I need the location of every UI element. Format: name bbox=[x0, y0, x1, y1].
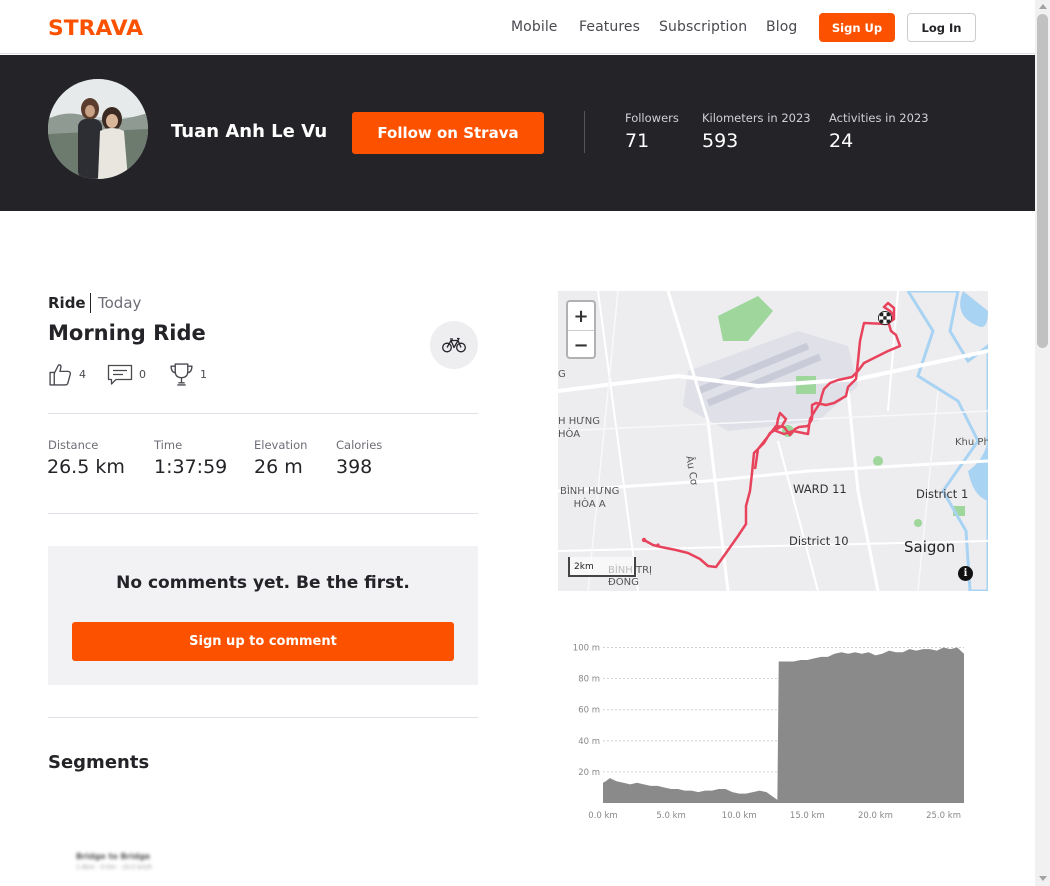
map-label-khu-pho: Khu Ph bbox=[955, 437, 988, 448]
avatar-photo bbox=[48, 79, 148, 179]
athlete-avatar[interactable] bbox=[48, 79, 148, 179]
breadcrumb-divider bbox=[90, 293, 91, 313]
activities-value: 24 bbox=[829, 130, 854, 152]
zoom-in-button[interactable]: + bbox=[568, 302, 594, 331]
map-label-hung-hoa: H HƯNG HÒA bbox=[558, 416, 601, 440]
nav-link-subscription[interactable]: Subscription bbox=[659, 19, 747, 35]
activities-label: Activities in 2023 bbox=[829, 111, 929, 125]
time-value: 1:37:59 bbox=[154, 456, 228, 478]
trophy-icon bbox=[170, 363, 193, 386]
zoom-control: + − bbox=[566, 300, 596, 359]
map-label-binh-hung-hoa-a: BÌNH HƯNG HÒA A bbox=[560, 486, 620, 510]
elevation-area bbox=[603, 647, 964, 803]
activity-date: Today bbox=[98, 294, 142, 312]
comment-icon bbox=[107, 364, 133, 385]
x-tick-label: 5.0 km bbox=[656, 811, 685, 821]
time-label: Time bbox=[154, 438, 183, 452]
scroll-up-arrow-icon[interactable] bbox=[1039, 4, 1047, 9]
map-label-edge: G bbox=[558, 369, 566, 380]
follow-button[interactable]: Follow on Strava bbox=[352, 112, 544, 154]
nav-link-features[interactable]: Features bbox=[579, 19, 640, 35]
activity-type: Ride bbox=[48, 294, 86, 312]
sign-up-to-comment-button[interactable]: Sign up to comment bbox=[72, 622, 454, 661]
finish-flag-icon bbox=[878, 311, 892, 325]
sport-type-badge bbox=[430, 321, 478, 369]
top-navigation: STRAVA Mobile Features Subscription Blog… bbox=[0, 0, 1035, 54]
x-tick-label: 20.0 km bbox=[858, 811, 893, 821]
x-tick-label: 25.0 km bbox=[926, 811, 961, 821]
scrollbar-thumb[interactable] bbox=[1037, 14, 1048, 348]
comment-count: 0 bbox=[139, 368, 146, 381]
route-point bbox=[656, 543, 660, 547]
calories-value: 398 bbox=[336, 456, 373, 478]
elevation-chart[interactable]: 20 m 40 m 60 m 80 m 100 m 0.0 km 5.0 km 10.0 km… bbox=[558, 628, 988, 828]
y-tick-label: 20 m bbox=[578, 768, 600, 778]
y-tick-label: 60 m bbox=[578, 706, 600, 716]
divider bbox=[48, 513, 478, 514]
elevation-label: Elevation bbox=[254, 438, 308, 452]
no-comments-message: No comments yet. Be the first. bbox=[116, 573, 410, 593]
log-in-button[interactable]: Log In bbox=[907, 13, 976, 42]
kudos-count: 4 bbox=[79, 368, 86, 381]
segment-meta: 1.6km · 0.0m · 19.5 km/h bbox=[76, 864, 153, 871]
activity-title: Morning Ride bbox=[48, 321, 206, 345]
map-label-saigon: Saigon bbox=[904, 538, 956, 556]
achievement-count: 1 bbox=[200, 368, 207, 381]
y-tick-label: 80 m bbox=[578, 675, 600, 685]
x-tick-label: 10.0 km bbox=[722, 811, 757, 821]
strava-logo[interactable]: STRAVA bbox=[48, 17, 144, 37]
map-label-district-10: District 10 bbox=[789, 534, 849, 548]
segments-heading: Segments bbox=[48, 752, 150, 773]
divider bbox=[48, 717, 478, 718]
stats-divider bbox=[584, 111, 585, 153]
distance-value: 26.5 km bbox=[47, 456, 125, 478]
map-label-ward-11: WARD 11 bbox=[793, 482, 847, 496]
svg-text:STRAVA: STRAVA bbox=[48, 17, 144, 37]
thumbs-up-icon bbox=[49, 364, 72, 386]
distance-label: Distance bbox=[48, 438, 99, 452]
y-tick-label: 40 m bbox=[578, 737, 600, 747]
route-map[interactable]: + − G H HƯNG HÒA Âu Cơ BÌNH HƯNG HÒA A W… bbox=[558, 291, 988, 591]
kilometers-value: 593 bbox=[702, 130, 739, 152]
route-start-marker bbox=[641, 537, 647, 543]
y-tick-label: 100 m bbox=[573, 644, 600, 654]
segment-name: Bridge to Bridge bbox=[76, 852, 151, 861]
zoom-out-button[interactable]: − bbox=[568, 331, 594, 359]
map-scale-label: 2km bbox=[574, 562, 594, 572]
divider bbox=[48, 413, 478, 414]
sign-up-button[interactable]: Sign Up bbox=[819, 13, 895, 42]
map-label-district-1: District 1 bbox=[916, 487, 969, 501]
bike-icon bbox=[442, 337, 466, 353]
followers-value: 71 bbox=[625, 130, 650, 152]
athlete-header: Tuan Anh Le Vu Follow on Strava Follower… bbox=[0, 55, 1035, 211]
comments-button[interactable]: 0 bbox=[107, 362, 146, 387]
achievements-button[interactable]: 1 bbox=[169, 362, 207, 387]
kilometers-label: Kilometers in 2023 bbox=[702, 111, 811, 125]
calories-label: Calories bbox=[336, 438, 383, 452]
x-tick-label: 0.0 km bbox=[588, 811, 617, 821]
athlete-name[interactable]: Tuan Anh Le Vu bbox=[171, 121, 327, 142]
nav-link-blog[interactable]: Blog bbox=[766, 19, 797, 35]
scroll-down-arrow-icon[interactable] bbox=[1039, 876, 1047, 881]
x-tick-label: 15.0 km bbox=[790, 811, 825, 821]
nav-link-mobile[interactable]: Mobile bbox=[511, 19, 558, 35]
comments-panel: No comments yet. Be the first. Sign up t… bbox=[48, 546, 478, 685]
kudos-button[interactable]: 4 bbox=[48, 362, 86, 387]
followers-label: Followers bbox=[625, 111, 679, 125]
segment-row[interactable]: Bridge to Bridge 1.6km · 0.0m · 19.5 km/… bbox=[76, 852, 152, 871]
map-attribution-info-icon[interactable]: i bbox=[958, 566, 973, 581]
elevation-value: 26 m bbox=[254, 456, 303, 478]
